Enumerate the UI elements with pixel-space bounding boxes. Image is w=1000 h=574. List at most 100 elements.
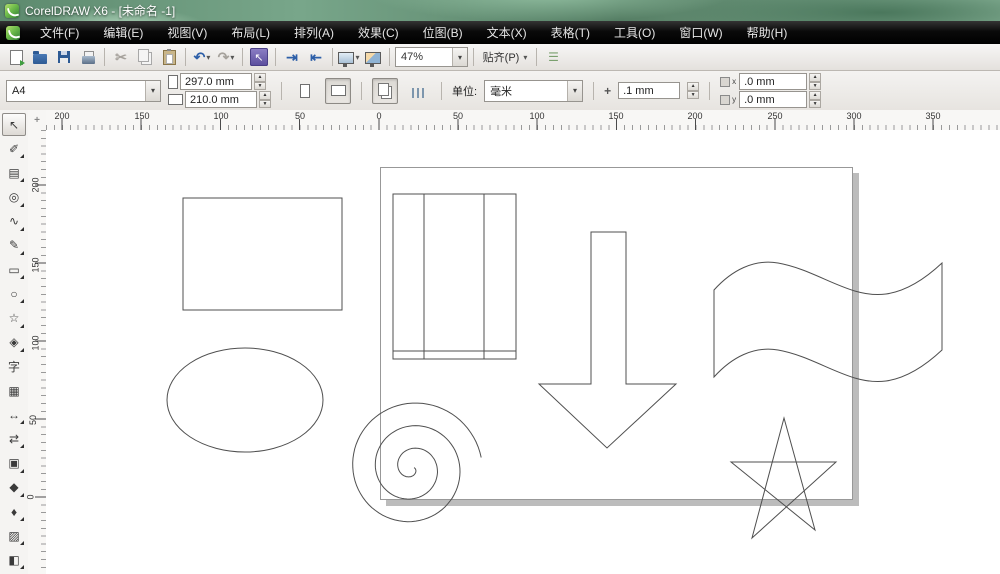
- outline-ellipse-shape[interactable]: [167, 348, 323, 452]
- menu-item-layout[interactable]: 布局(L): [219, 21, 282, 44]
- paper-width-field[interactable]: 297.0 mm: [180, 73, 252, 90]
- text-tool[interactable]: 字: [2, 355, 26, 378]
- menu-item-view[interactable]: 视图(V): [155, 21, 219, 44]
- v-ruler-label: 50: [28, 415, 38, 425]
- eyedropper-tool[interactable]: ◆: [2, 476, 26, 499]
- zoom-combo-arrow-icon[interactable]: ▾: [452, 48, 467, 66]
- interactive-fill-tool[interactable]: ◧: [2, 548, 26, 571]
- portrait-button[interactable]: [292, 78, 318, 104]
- outline-pen-tool[interactable]: ♦: [2, 500, 26, 523]
- copy-button[interactable]: [134, 46, 156, 68]
- units-combo-arrow-icon[interactable]: ▾: [567, 81, 582, 101]
- undo-dropdown-arrow-icon[interactable]: ▾: [206, 53, 210, 62]
- welcome-screen-button[interactable]: [362, 46, 384, 68]
- spinner-down-icon[interactable]: ▼: [259, 100, 271, 109]
- h-ruler-label: 150: [608, 111, 623, 121]
- wavy-flag-shape[interactable]: [714, 262, 942, 381]
- import-button[interactable]: ⇥: [281, 46, 303, 68]
- spinner-up-icon[interactable]: ▲: [259, 91, 271, 100]
- freehand-tool[interactable]: ∿: [2, 210, 26, 233]
- outline-rectangle-shape[interactable]: [183, 198, 342, 310]
- spinner-up-icon[interactable]: ▲: [809, 73, 821, 82]
- down-arrow-shape[interactable]: [539, 232, 676, 448]
- new-document-button[interactable]: [5, 46, 27, 68]
- menu-item-edit[interactable]: 编辑(E): [91, 21, 155, 44]
- undo-button[interactable]: ↶▾: [191, 46, 213, 68]
- paste-button[interactable]: [158, 46, 180, 68]
- print-button[interactable]: [77, 46, 99, 68]
- open-button[interactable]: [29, 46, 51, 68]
- cut-button[interactable]: ✂: [110, 46, 132, 68]
- table-tool[interactable]: ▦: [2, 379, 26, 402]
- blend-tool-icon: ▣: [8, 456, 19, 470]
- zoom-level-combo[interactable]: 47% ▾: [395, 47, 468, 67]
- dimension-tool[interactable]: ↔: [2, 403, 26, 426]
- zoom-tool[interactable]: ◎: [2, 186, 26, 209]
- connector-tool[interactable]: ⇄: [2, 427, 26, 450]
- export-button[interactable]: ⇤: [305, 46, 327, 68]
- duplicate-x-field[interactable]: .0 mm: [739, 73, 807, 90]
- spinner-down-icon[interactable]: ▼: [254, 82, 266, 91]
- paper-width-spinner[interactable]: ▲▼: [254, 73, 266, 90]
- duplicate-x-spinner[interactable]: ▲▼: [809, 73, 821, 90]
- paper-preset-arrow-icon[interactable]: ▾: [145, 81, 160, 101]
- menu-item-table[interactable]: 表格(T): [539, 21, 602, 44]
- h-ruler-label: 0: [376, 111, 381, 121]
- search-content-button[interactable]: ↖: [248, 46, 270, 68]
- app-menu-icon[interactable]: [6, 26, 20, 40]
- ruler-origin-corner[interactable]: +: [28, 110, 47, 131]
- units-combo[interactable]: 毫米 ▾: [484, 80, 583, 102]
- paper-preset-combo[interactable]: A4 ▾: [6, 80, 161, 102]
- options-button[interactable]: ☰: [542, 46, 564, 68]
- spinner-up-icon[interactable]: ▲: [254, 73, 266, 82]
- duplicate-y-field[interactable]: .0 mm: [739, 91, 807, 108]
- paper-height-spinner[interactable]: ▲▼: [259, 91, 271, 108]
- nudge-offset-field[interactable]: .1 mm: [618, 82, 680, 99]
- all-pages-button[interactable]: [372, 78, 398, 104]
- shape-tool[interactable]: ✐: [2, 137, 26, 160]
- blend-tool[interactable]: ▣: [2, 452, 26, 475]
- menu-item-arrange[interactable]: 排列(A): [282, 21, 346, 44]
- pick-tool[interactable]: ↖: [2, 113, 26, 136]
- nudge-spinner[interactable]: ▲▼: [687, 82, 699, 99]
- current-page-button[interactable]: [405, 78, 431, 104]
- fill-tool[interactable]: ▨: [2, 524, 26, 547]
- spinner-down-icon[interactable]: ▼: [687, 91, 699, 100]
- launcher-dropdown-arrow-icon[interactable]: ▾: [355, 53, 359, 62]
- spinner-down-icon[interactable]: ▼: [809, 82, 821, 91]
- polygon-tool[interactable]: ☆: [2, 307, 26, 330]
- menu-item-file[interactable]: 文件(F): [28, 21, 91, 44]
- spinner-down-icon[interactable]: ▼: [809, 100, 821, 109]
- application-launcher-button[interactable]: ▾: [338, 46, 360, 68]
- redo-button[interactable]: ↷▾: [215, 46, 237, 68]
- rectangle-tool[interactable]: ▭: [2, 258, 26, 281]
- basic-shapes-tool[interactable]: ◈: [2, 331, 26, 354]
- crop-tool[interactable]: ▤: [2, 161, 26, 184]
- print-icon: [82, 56, 95, 64]
- artistic-media-tool[interactable]: ✎: [2, 234, 26, 257]
- spiral-shape[interactable]: [353, 403, 482, 522]
- pentagram-star-shape[interactable]: [731, 418, 836, 538]
- graph-paper-grid-shape[interactable]: [393, 194, 516, 359]
- redo-dropdown-arrow-icon[interactable]: ▾: [230, 53, 234, 62]
- h-ruler-label: 350: [925, 111, 940, 121]
- menu-item-window[interactable]: 窗口(W): [667, 21, 734, 44]
- menu-item-help[interactable]: 帮助(H): [735, 21, 800, 44]
- spinner-up-icon[interactable]: ▲: [687, 82, 699, 91]
- snap-to-dropdown[interactable]: 贴齐(P) ▾: [479, 46, 531, 68]
- paper-height-field[interactable]: 210.0 mm: [185, 91, 257, 108]
- cursor-icon: ↖: [254, 51, 263, 64]
- drawing-canvas[interactable]: [46, 130, 1000, 574]
- menu-item-text[interactable]: 文本(X): [475, 21, 539, 44]
- spinner-up-icon[interactable]: ▲: [809, 91, 821, 100]
- menu-item-tools[interactable]: 工具(O): [602, 21, 667, 44]
- duplicate-y-spinner[interactable]: ▲▼: [809, 91, 821, 108]
- save-button[interactable]: [53, 46, 75, 68]
- vertical-ruler[interactable]: 200 150 100 50 0: [28, 130, 47, 574]
- ellipse-tool[interactable]: ○: [2, 282, 26, 305]
- freehand-tool-icon: ∿: [9, 214, 19, 228]
- menu-item-effects[interactable]: 效果(C): [346, 21, 411, 44]
- horizontal-ruler[interactable]: 200 150 100 50 0 50 100 150 200 250 300 …: [46, 110, 1000, 131]
- menu-item-bitmaps[interactable]: 位图(B): [411, 21, 475, 44]
- landscape-button[interactable]: [325, 78, 351, 104]
